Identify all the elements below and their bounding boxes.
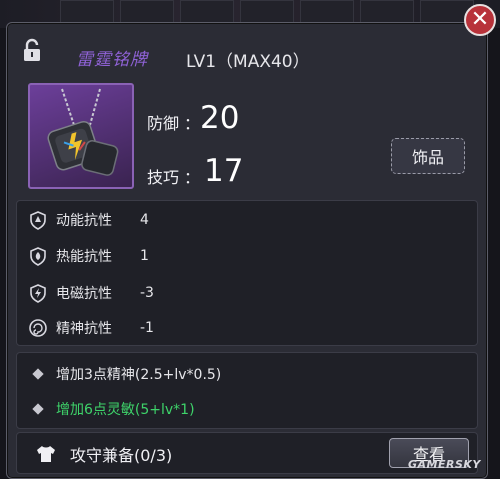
item-name: 雷霆铭牌 (76, 50, 148, 70)
defense-label: 防御 (147, 114, 180, 133)
bullet-diamond-icon (32, 403, 44, 415)
resistance-value: -1 (140, 320, 154, 336)
defense-value: 20 (200, 100, 240, 136)
set-row: 攻守兼备(0/3) (36, 442, 172, 466)
resistance-row: 热能抗性 1 (28, 243, 149, 269)
item-level: LV1（MAX40） (186, 52, 310, 72)
close-button[interactable]: ✕ (464, 4, 496, 36)
shirt-icon (37, 446, 55, 462)
mental-resist-icon (29, 319, 47, 337)
bonus-text: 增加3点精神(2.5+lv*0.5) (56, 367, 222, 383)
resistance-row: 动能抗性 4 (28, 207, 149, 233)
resistance-row: 精神抗性 -1 (28, 315, 154, 341)
unlock-icon[interactable] (22, 38, 42, 62)
resistance-name: 精神抗性 (56, 321, 112, 337)
item-type-badge: 饰品 (391, 138, 465, 174)
resistance-value: -3 (140, 285, 154, 301)
thermal-resist-icon (30, 247, 46, 266)
set-label: 攻守兼备(0/3) (70, 446, 173, 465)
bonus-text: 增加6点灵敏(5+lv*1) (56, 402, 195, 418)
kinetic-resist-icon (30, 211, 46, 230)
resistance-name: 动能抗性 (56, 213, 112, 229)
resistance-value: 4 (140, 212, 149, 228)
bullet-diamond-icon (32, 368, 44, 380)
skill-label: 技巧 (147, 168, 180, 187)
close-icon: ✕ (470, 7, 490, 32)
bonus-row: 增加3点精神(2.5+lv*0.5) (30, 363, 221, 385)
em-resist-icon (30, 284, 46, 303)
resistance-row: 电磁抗性 -3 (28, 280, 154, 306)
dog-tag-icon (47, 88, 119, 176)
resistance-name: 电磁抗性 (56, 286, 112, 302)
resistance-name: 热能抗性 (56, 249, 112, 265)
bonus-row: 增加6点灵敏(5+lv*1) (30, 398, 195, 420)
item-portrait (28, 83, 134, 189)
defense-colon: ： (184, 114, 201, 133)
skill-value: 17 (204, 153, 244, 189)
resistance-value: 1 (140, 248, 149, 264)
watermark: GAMERSKY (408, 458, 481, 471)
skill-colon: ： (184, 168, 201, 187)
